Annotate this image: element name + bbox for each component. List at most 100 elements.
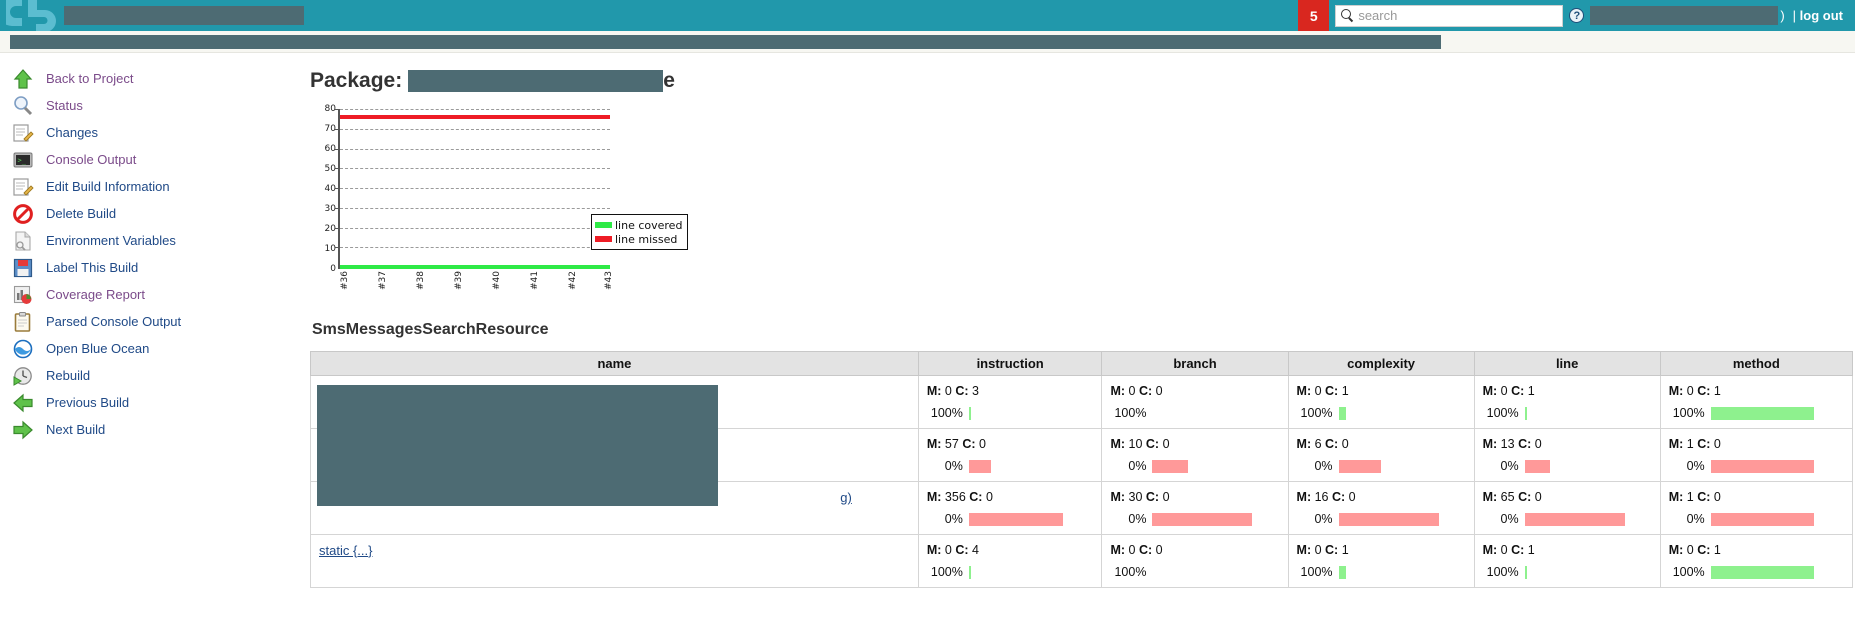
missed-prefix: M:: [1482, 490, 1498, 504]
covered-prefix: C:: [1145, 490, 1160, 504]
y-tick-10: 10: [324, 244, 336, 254]
counts: M: 0 C: 1: [1669, 384, 1844, 398]
coverage-bar: [1710, 565, 1814, 579]
breadcrumb-redacted: [10, 34, 1441, 49]
class-link[interactable]: static {...}: [319, 543, 372, 558]
y-tick-0: 0: [330, 264, 336, 274]
cell-method: M: 0 C: 1 100%: [1659, 375, 1854, 429]
gridline: [340, 148, 610, 150]
covered-prefix: C:: [1145, 437, 1160, 451]
pct-label: 0%: [1686, 512, 1705, 526]
missed-prefix: M:: [926, 437, 942, 451]
table-name-redacted: [317, 385, 718, 506]
class-link-tail[interactable]: g): [840, 490, 852, 505]
sidebar-item-label: Changes: [46, 125, 99, 140]
bar-row: 100%: [1669, 406, 1844, 420]
cell-instruction: M: 356 C: 0 0%: [917, 481, 1103, 535]
covered-prefix: C:: [955, 543, 969, 557]
coverage-bar: [1524, 406, 1527, 420]
sidebar-item-previous-build[interactable]: Previous Build: [0, 389, 300, 416]
missed-value: 0: [1314, 543, 1322, 557]
covered-prefix: C:: [1138, 543, 1153, 557]
legend-entry-line-missed: line missed: [595, 232, 682, 246]
sidebar-item-coverage-report[interactable]: Coverage Report: [0, 281, 300, 308]
pct-label: 100%: [1114, 565, 1147, 579]
pct-label: 100%: [930, 565, 963, 579]
counts: M: 0 C: 3: [927, 384, 1094, 398]
missed-prefix: M:: [1482, 384, 1498, 398]
covered-prefix: C:: [1511, 543, 1525, 557]
sidebar-item-environment-variables[interactable]: Environment Variables: [0, 227, 300, 254]
missed-value: 1: [1686, 490, 1694, 504]
sidebar-item-label: Delete Build: [46, 206, 117, 221]
gridline: [340, 207, 610, 209]
coverage-bar: [1338, 406, 1346, 420]
pct-label: 0%: [1686, 459, 1705, 473]
jenkins-logo[interactable]: [0, 0, 62, 31]
series-line-missed: [340, 114, 610, 119]
help-icon[interactable]: ?: [1569, 8, 1585, 23]
counts: M: 0 C: 0: [1110, 384, 1279, 398]
column-header-line[interactable]: line: [1473, 351, 1661, 376]
bar-row: 100%: [1483, 406, 1652, 420]
coverage-bar: [1152, 459, 1189, 473]
column-header-complexity[interactable]: complexity: [1287, 351, 1475, 376]
missed-prefix: M:: [1668, 437, 1684, 451]
covered-prefix: C:: [1331, 490, 1346, 504]
chart-legend: line covered line missed: [591, 214, 689, 250]
covered-prefix: C:: [1325, 437, 1339, 451]
covered-prefix: C:: [1697, 437, 1711, 451]
x-tick: #41: [530, 271, 540, 290]
covered-prefix: C:: [1518, 490, 1532, 504]
sidebar-item-open-blue-ocean[interactable]: Open Blue Ocean: [0, 335, 300, 362]
notepad-pencil-icon: [12, 122, 36, 144]
column-header-name[interactable]: name: [310, 351, 919, 376]
cell-name[interactable]: static {...}: [310, 534, 919, 588]
pct-label: 0%: [944, 459, 963, 473]
search-input[interactable]: search: [1335, 4, 1564, 27]
sidebar-item-label: Status: [46, 98, 83, 113]
missed-value: 6: [1314, 437, 1322, 451]
column-header-method[interactable]: method: [1659, 351, 1854, 376]
jenkins-logo-icon: [6, 0, 56, 31]
sidebar-item-edit-build-information[interactable]: Edit Build Information: [0, 173, 300, 200]
bar-row: 0%: [1110, 512, 1279, 526]
missed-value: 0: [1500, 543, 1508, 557]
counts: M: 0 C: 1: [1297, 384, 1466, 398]
sidebar-item-changes[interactable]: Changes: [0, 119, 300, 146]
counts: M: 356 C: 0: [927, 490, 1094, 504]
pct-label: 100%: [1114, 406, 1147, 420]
bar-row: 0%: [1483, 512, 1652, 526]
column-header-instruction[interactable]: instruction: [917, 351, 1103, 376]
missed-prefix: M:: [1668, 490, 1684, 504]
class-title: SmsMessagesSearchResource: [312, 321, 549, 338]
missed-value: 57: [944, 437, 959, 451]
floppy-disk-icon: [12, 257, 36, 279]
magnifier-icon: [12, 95, 36, 117]
sidebar-item-status[interactable]: Status: [0, 92, 300, 119]
missed-prefix: M:: [926, 543, 942, 557]
covered-value: 0: [1534, 437, 1542, 451]
sidebar-item-rebuild[interactable]: Rebuild: [0, 362, 300, 389]
sidebar-item-label-this-build[interactable]: Label This Build: [0, 254, 300, 281]
logout-label: log out: [1799, 8, 1843, 23]
cell-line: M: 0 C: 1 100%: [1473, 375, 1661, 429]
sidebar-item-parsed-console-output[interactable]: Parsed Console Output: [0, 308, 300, 335]
sidebar-item-back-to-project[interactable]: Back to Project: [0, 65, 300, 92]
covered-value: 0: [1348, 490, 1356, 504]
notification-badge[interactable]: 5: [1298, 0, 1330, 31]
sidebar-item-console-output[interactable]: >_ Console Output: [0, 146, 300, 173]
logout-link[interactable]: | log out: [1793, 8, 1843, 23]
pct-label: 100%: [1486, 406, 1519, 420]
sidebar-item-delete-build[interactable]: Delete Build: [0, 200, 300, 227]
cell-branch: M: 0 C: 0 100%: [1101, 534, 1289, 588]
cell-complexity: M: 6 C: 0 0%: [1287, 428, 1475, 482]
covered-value: 1: [1527, 384, 1535, 398]
covered-value: 1: [1341, 384, 1349, 398]
cell-complexity: M: 0 C: 1 100%: [1287, 375, 1475, 429]
x-tick: #36: [340, 271, 350, 290]
sidebar-item-next-build[interactable]: Next Build: [0, 416, 300, 443]
arrow-left-green-icon: [12, 392, 36, 414]
column-header-branch[interactable]: branch: [1101, 351, 1289, 376]
covered-value: 0: [1155, 384, 1163, 398]
